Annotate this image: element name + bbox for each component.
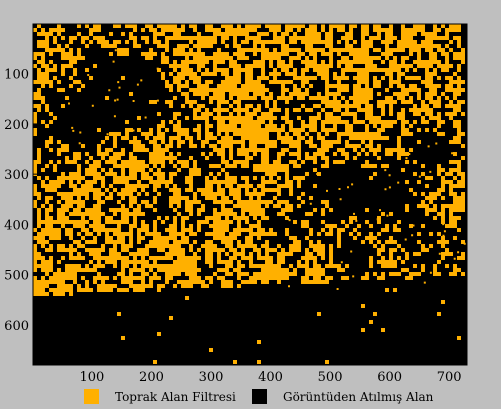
x-tick-label: 100 [80,370,105,385]
x-tick-label: 200 [139,370,164,385]
y-tick-label: 600 [4,319,29,334]
legend-item-excluded: Görüntüden Atılmış Alan [252,389,433,404]
legend-label-soil: Toprak Alan Filtresi [115,389,236,404]
y-tick-label: 400 [4,218,29,233]
legend-item-soil: Toprak Alan Filtresi [84,389,236,404]
heatmap-plot-area [33,24,467,365]
x-tick-label: 500 [318,370,343,385]
legend: Toprak Alan Filtresi Görüntüden Atılmış … [0,384,501,409]
figure: 100 200 300 400 500 600 700 100 200 300 400 500 600 [0,0,501,409]
x-tick-label: 400 [258,370,283,385]
legend-label-excluded: Görüntüden Atılmış Alan [283,389,434,404]
legend-swatch-excluded [252,389,267,404]
x-tick-label: 700 [437,370,462,385]
y-tick-label: 300 [4,168,29,183]
y-tick-label: 500 [4,269,29,284]
y-tick-label: 100 [4,68,29,83]
legend-swatch-soil [84,389,99,404]
x-tick-label: 600 [377,370,402,385]
y-tick-label: 200 [4,118,29,133]
x-tick-label: 300 [199,370,224,385]
